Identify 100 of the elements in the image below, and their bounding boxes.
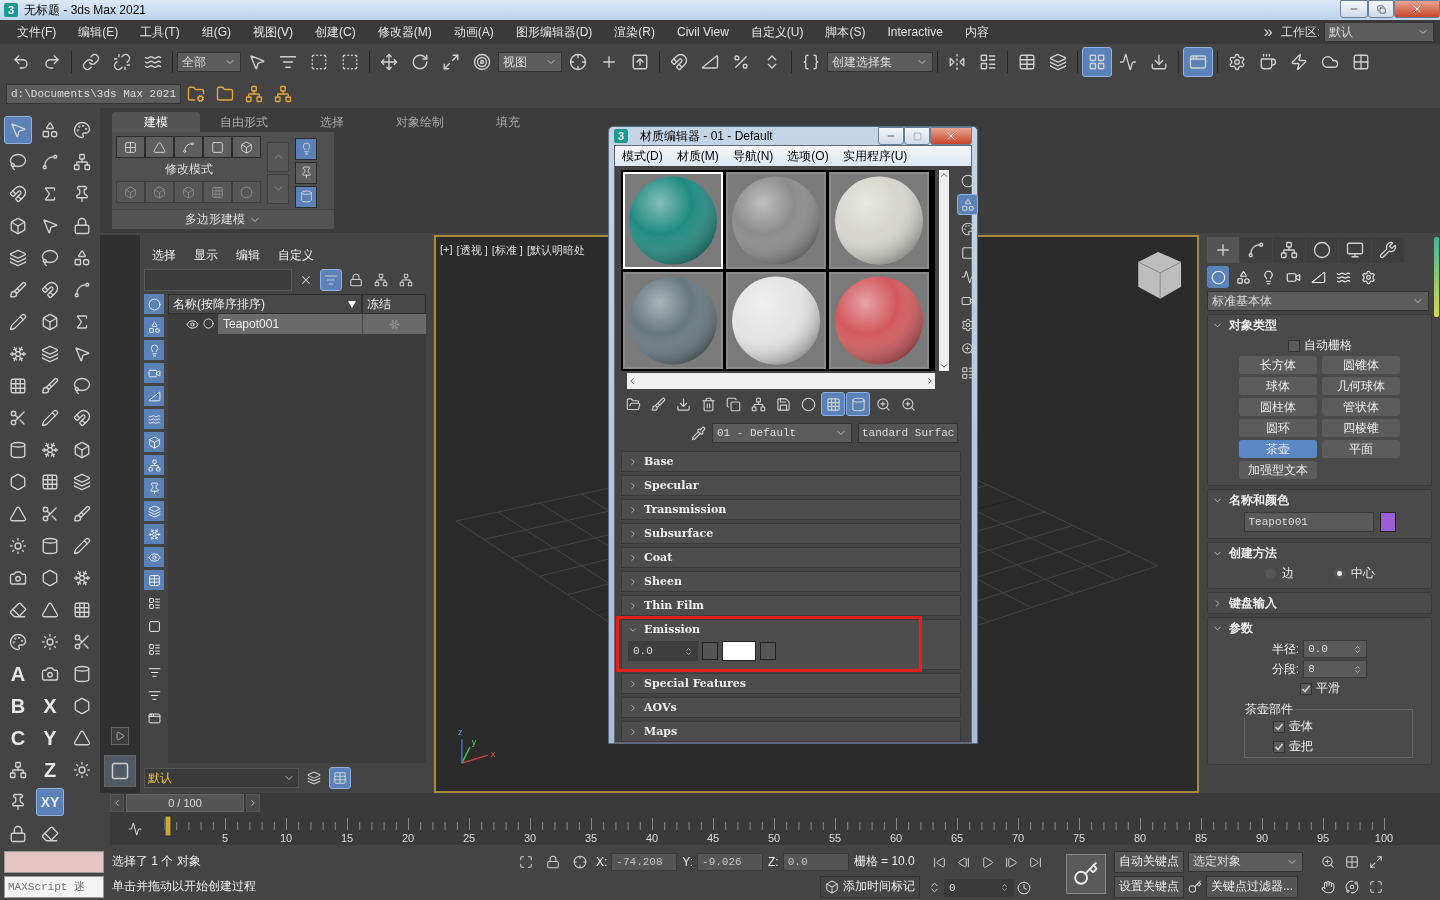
axis-button[interactable]: Y [36,724,64,752]
menu-item[interactable]: 创建(C) [304,21,367,43]
menu-item[interactable]: 实用程序(U) [835,147,915,165]
category-dropdown[interactable]: 标准基本体 [1207,291,1429,311]
ribbon-tab[interactable]: 对象绘制 [376,112,464,132]
workspace-dropdown[interactable]: 默认 [1324,22,1434,42]
coordinate-label: Y: [682,854,694,869]
viewport-label[interactable]: [默认明暗处 [526,243,585,258]
spinner-field[interactable]: 8 [1303,660,1368,678]
object-name-cell[interactable]: Teapot001 [218,314,362,334]
ribbon-tab[interactable]: 自由形式 [200,112,288,132]
toolbar-dropdown[interactable]: 创建选择集 [827,52,933,72]
listener-output-field[interactable]: MAXScript 迷 [4,875,104,898]
explorer-menu-item[interactable]: 显示 [186,247,226,264]
axis-button[interactable]: A [4,660,32,688]
material-name-dropdown[interactable]: 01 - Default [712,423,852,443]
menu-item[interactable]: 自定义(U) [739,21,815,43]
object-type-button[interactable]: 管状体 [1322,398,1400,416]
toolbar-dropdown[interactable]: 视图 [498,52,562,72]
coordinate-field[interactable]: -9.026 [697,852,764,871]
time-slider-thumb[interactable]: 0 / 100 [126,794,244,812]
rollout-header[interactable]: Transmission [622,500,960,519]
ribbon-tab[interactable]: 建模 [112,112,200,132]
column-header[interactable]: 冻结 [362,294,426,314]
menu-item[interactable]: 脚本(S) [814,21,877,43]
layer-dropdown[interactable]: 默认 [144,768,299,788]
rollout-header[interactable]: 名称和颜色 [1208,490,1431,510]
object-type-button[interactable]: 圆锥体 [1322,356,1400,374]
rollout-header[interactable]: Specular [622,476,960,495]
add-time-tag-button[interactable]: 添加时间标记 [820,875,920,898]
axis-label: y [471,737,477,748]
rollout-header[interactable]: Subsurface [622,524,960,543]
rollout-header[interactable]: 创建方法 [1208,543,1431,563]
rollout-header[interactable]: 键盘输入 [1208,593,1431,613]
object-type-button[interactable]: 平面 [1322,440,1400,458]
rollout-header[interactable]: Maps [622,722,960,741]
menu-item[interactable]: 工具(T) [129,21,191,43]
rollout-header[interactable]: 参数 [1208,618,1431,638]
object-type-button[interactable]: 球体 [1239,377,1317,395]
overflow-button[interactable]: » [1263,23,1273,41]
rollout-header[interactable]: Base [622,452,960,471]
rollout-header[interactable]: Coat [622,548,960,567]
object-type-button[interactable]: 加强型文本 [1239,461,1317,479]
rollout-header[interactable]: Emission [622,620,960,639]
rollout-header[interactable]: AOVs [622,698,960,717]
object-type-button[interactable]: 四棱锥 [1322,419,1400,437]
menu-item[interactable]: 渲染(R) [603,21,666,43]
menu-item[interactable]: 视图(V) [242,21,304,43]
explorer-menu-item[interactable]: 选择 [144,247,184,264]
axis-button[interactable]: Z [36,756,64,784]
frame-field[interactable]: 0 [944,878,1014,897]
menu-item[interactable]: 文件(F) [6,21,68,43]
object-type-button[interactable]: 长方体 [1239,356,1317,374]
toolbar-dropdown[interactable]: 全部 [177,52,241,72]
menu-item[interactable]: Civil View [666,21,740,43]
panel-title-button[interactable]: 多边形建模 [112,209,334,229]
set-keys-button[interactable]: 设置关键点 [1114,875,1184,898]
viewport-label[interactable]: [+] [440,243,453,258]
object-type-button[interactable]: 圆柱体 [1239,398,1317,416]
menu-item[interactable]: 编辑(E) [67,21,130,43]
time-slider-track[interactable]: 0 / 100 [110,793,1440,813]
viewport-label[interactable]: [标准 ] [491,243,523,258]
rollout-header[interactable]: Thin Film [622,596,960,615]
project-path-dropdown[interactable]: d:\Documents\3ds Max 2021 [6,84,181,104]
menu-item[interactable]: 组(G) [190,21,242,43]
axis-button[interactable]: C [4,724,32,752]
menu-item[interactable]: 动画(A) [442,21,505,43]
frame-label: 30 [523,832,537,844]
axis-button[interactable]: B [4,692,32,720]
name-field[interactable]: Teapot001 [1243,512,1374,532]
explorer-menu-item[interactable]: 编辑 [228,247,268,264]
menu-item[interactable]: 材质(M) [669,147,726,165]
coordinate-field[interactable]: 0.0 [782,852,849,871]
menu-item[interactable]: 导航(N) [725,147,781,165]
status-text: 选择了 1 个 对象 [112,853,202,870]
column-header[interactable]: 名称(按降序排序) [168,294,362,314]
key-filters-button[interactable]: 关键点过滤器... [1206,875,1298,898]
material-type-button[interactable]: tandard Surfac [858,423,959,443]
ribbon-tab[interactable]: 填充 [464,112,552,132]
menu-item[interactable]: 模式(D) [615,147,670,165]
rollout-header[interactable]: Sheen [622,572,960,591]
weight-spinner[interactable]: 0.0 [628,641,698,661]
menu-item[interactable]: 修改器(M) [366,21,443,43]
axis-button[interactable]: X [36,692,64,720]
menu-item[interactable]: 选项(O) [780,147,836,165]
explorer-menu-item[interactable]: 自定义 [270,247,322,264]
menu-item[interactable]: 内容 [953,21,1000,43]
spinner-field[interactable]: 0.0 [1303,640,1368,658]
viewport-label[interactable]: [透视 ] [456,243,488,258]
object-type-button[interactable]: 几何球体 [1322,377,1400,395]
coordinate-field[interactable]: -74.208 [611,852,678,871]
ribbon-tab[interactable]: 选择 [288,112,376,132]
object-type-button[interactable]: 圆环 [1239,419,1317,437]
rollout-header[interactable]: 对象类型 [1208,315,1431,335]
menu-item[interactable]: 图形编辑器(D) [504,21,604,43]
rollout-header[interactable]: Special Features [622,674,960,693]
frame-label: 35 [584,832,598,844]
key-set-dropdown[interactable]: 选定对象 [1188,851,1303,872]
menu-item[interactable]: Interactive [876,21,954,43]
auto-key-button[interactable]: 自动关键点 [1114,850,1184,873]
